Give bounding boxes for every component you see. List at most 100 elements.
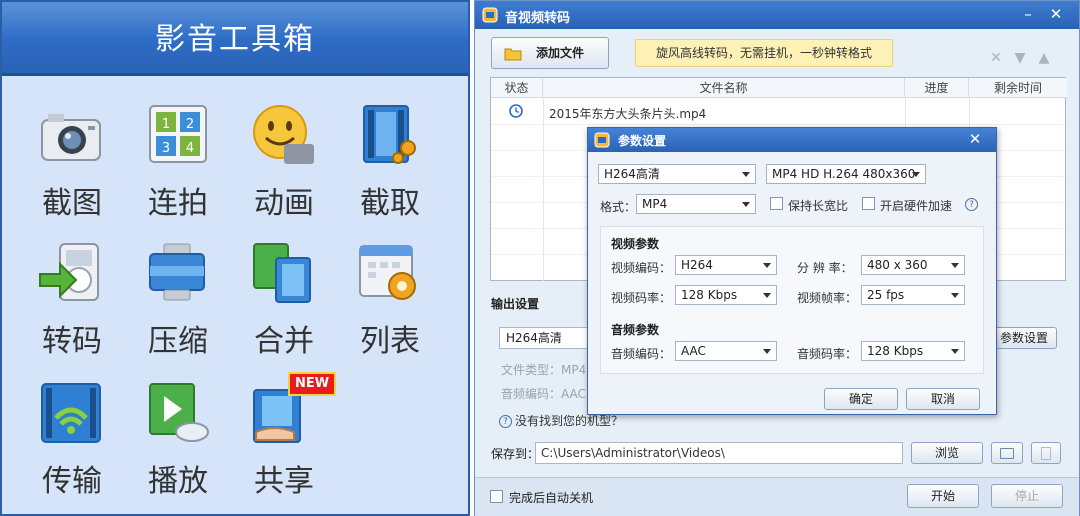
tile-label: 压缩 [148,324,208,359]
codec-panel: 视频参数 视频编码： H264 分 辨 率： 480 x 360 视频码率： 1… [600,226,984,374]
promo-banner[interactable]: 旋风高线转码，无需挂机，一秒钟转格式 [635,39,893,67]
fps-select[interactable]: 25 fps [861,285,965,305]
doc-icon [1041,447,1051,460]
app-icon [482,7,498,23]
window-title: 音视频转码 [505,11,571,26]
auto-shutdown-checkbox[interactable] [490,490,503,503]
convert-arrow-icon [39,243,99,301]
save-path-input[interactable]: C:\Users\Administrator\Videos\ [535,442,903,464]
video-bitrate-value: 128 Kbps [681,288,738,302]
tile-label: 连拍 [148,186,208,221]
extra-button[interactable] [1031,442,1061,464]
chevron-down-icon [763,263,771,268]
tile-label: 动画 [254,186,314,221]
param-settings-button[interactable]: 参数设置 [991,327,1057,349]
dialog-title: 参数设置 [618,134,667,148]
video-bitrate-select[interactable]: 128 Kbps [675,285,777,305]
resolution-value: 480 x 360 [867,258,928,272]
chevron-down-icon [951,263,959,268]
audio-bitrate-label: 音频码率： [797,347,858,361]
video-codec-value: H264 [681,258,713,272]
audio-codec-label: 音频编码： [611,347,672,361]
svg-text:2: 2 [186,117,194,132]
folder-add-icon [504,48,522,61]
chevron-down-icon [763,349,771,354]
format-value: MP4 [642,197,668,211]
add-file-button[interactable]: 添加文件 [491,37,609,69]
tile-label: 截取 [360,186,420,221]
play-cloud-icon [149,383,209,442]
grid-line [491,124,1065,125]
transcode-window: 音视频转码 – ✕ 添加文件 旋风高线转码，无需挂机，一秒钟转格式 ✕ ▼ ▲ … [474,0,1080,516]
tool-capture[interactable]: 截取 [342,98,442,226]
tool-merge[interactable]: 合并 [236,236,336,364]
stop-button[interactable]: 停止 [991,484,1063,508]
app-icon [594,132,610,148]
folder-icon [1000,448,1014,459]
chevron-down-icon [763,293,771,298]
audio-codec-value: AAC [561,387,586,401]
audio-section-title: 音频参数 [611,323,660,337]
tool-screenshot[interactable]: 截图 [24,98,124,226]
hw-accel-label: 开启硬件加速 [880,199,953,213]
video-codec-select[interactable]: H264 [675,255,777,275]
file-type-value: MP4 [561,363,587,377]
close-button[interactable]: ✕ [1045,4,1067,24]
start-button[interactable]: 开始 [907,484,979,508]
tool-list[interactable]: 列表 [342,236,442,364]
help-icon[interactable]: ? [965,198,978,211]
add-file-label: 添加文件 [535,46,584,60]
device-value: MP4 HD H.264 480x360 [772,167,916,181]
save-to-label: 保存到： [491,447,540,461]
chevron-down-icon [742,172,750,177]
col-status: 状态 [491,78,543,98]
device-select[interactable]: MP4 HD H.264 480x360 [766,164,926,184]
move-up-icon[interactable]: ▲ [1037,51,1051,65]
hw-accel-checkbox[interactable] [862,197,875,210]
col-progress: 进度 [905,78,969,98]
preset-select[interactable]: H264高清 [598,164,756,184]
dialog-titlebar: 参数设置 ✕ [588,128,996,152]
file-type-row: 文件类型：MP4 [501,361,586,378]
format-label: 格式： [600,200,637,214]
tool-share[interactable]: NEW 共享 [236,372,336,504]
window-titlebar: 音视频转码 – ✕ [475,1,1079,29]
calendar-gear-icon [359,245,416,300]
tile-label: 截图 [42,186,102,221]
tool-animation[interactable]: 动画 [236,98,336,226]
open-folder-button[interactable] [991,442,1023,464]
preset-value: H264高清 [604,167,660,181]
format-select[interactable]: MP4 [636,194,756,214]
ok-button[interactable]: 确定 [824,388,898,410]
tool-play[interactable]: 播放 [130,376,230,504]
resolution-select[interactable]: 480 x 360 [861,255,965,275]
tool-transfer[interactable]: 传输 [24,376,124,504]
chevron-down-icon [912,172,920,177]
compress-icon [149,243,205,301]
auto-shutdown-label: 完成后自动关机 [509,491,594,505]
output-preset-select[interactable]: H264高清 [499,327,589,349]
clock-icon [509,104,523,118]
move-down-icon[interactable]: ▼ [1013,51,1027,65]
burst-grid-icon: 1 2 3 4 [149,105,207,163]
bottom-bar: 完成后自动关机 开始 停止 [475,477,1079,516]
dialog-close-button[interactable]: ✕ [966,130,984,148]
col-filename: 文件名称 [543,78,905,98]
audio-bitrate-select[interactable]: 128 Kbps [861,341,965,361]
tile-label: 转码 [42,324,102,359]
table-row[interactable]: 2015年东方大头条片头.mp4 [549,105,706,122]
svg-text:3: 3 [162,141,170,156]
film-cut-icon [363,105,416,164]
remove-icon[interactable]: ✕ [989,51,1003,65]
minimize-button[interactable]: – [1017,4,1039,24]
keep-ratio-checkbox[interactable] [770,197,783,210]
browse-button[interactable]: 浏览 [911,442,983,464]
audio-codec-select[interactable]: AAC [675,341,777,361]
param-dialog: 参数设置 ✕ H264高清 MP4 HD H.264 480x360 格式： M… [587,127,997,415]
tool-transcode[interactable]: 转码 [24,236,124,364]
tool-burst[interactable]: 1 2 3 4 连拍 [130,98,230,226]
cancel-button[interactable]: 取消 [906,388,980,410]
video-bitrate-label: 视频码率： [611,291,672,305]
gif-smiley-icon [253,105,314,164]
tool-compress[interactable]: 压缩 [130,236,230,364]
